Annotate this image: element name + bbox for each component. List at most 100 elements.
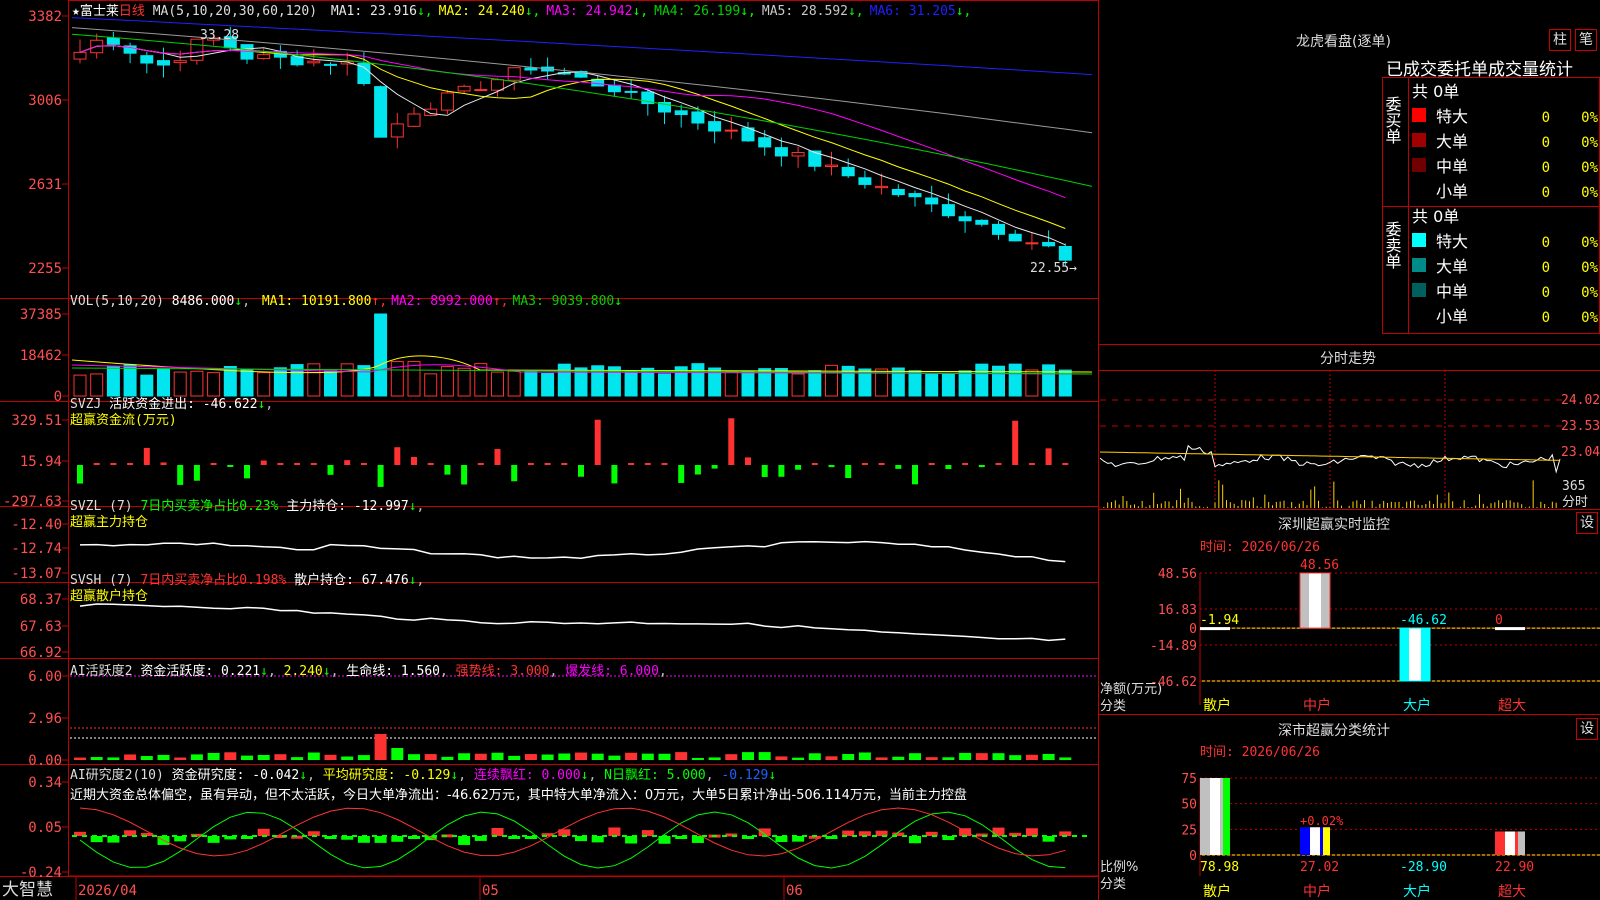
stats2-y-tick: 0 bbox=[1189, 849, 1197, 864]
stock-chart-canvas[interactable]: 3382 3006 2631 2255 33.28 22.55→ 37385 18462 0 32… bbox=[0, 0, 1600, 900]
svzj-bar bbox=[227, 465, 234, 467]
svzl-label: 主力持仓: bbox=[286, 499, 347, 514]
volume-bar bbox=[624, 371, 638, 397]
svsh-y-tick: 67.63 bbox=[20, 619, 62, 635]
ai-active-bar bbox=[408, 754, 420, 760]
stats-title: 已成交委托单成交量统计 bbox=[1386, 60, 1573, 80]
ai-active-bar bbox=[942, 757, 955, 760]
stats2-settings-button[interactable]: 设 bbox=[1576, 718, 1598, 740]
candle-body bbox=[524, 67, 538, 71]
ai-active-bar bbox=[124, 754, 137, 760]
ai-research-nday: N日飘红: 5.000 bbox=[604, 768, 706, 783]
svzl-y-tick: -13.07 bbox=[11, 566, 62, 582]
volume-bar bbox=[1008, 363, 1022, 397]
vol-legend-item: MA1: 10191.800 bbox=[261, 294, 372, 309]
svzj-legend: SVZJ 活跃资金进出: -46.622↓, 超赢资金流(万元) bbox=[70, 397, 274, 428]
ai-active-label: 资金活跃度: bbox=[140, 664, 214, 679]
svzj-bar bbox=[461, 465, 468, 485]
vol-y-tick: 0 bbox=[54, 389, 62, 405]
volume-bar bbox=[691, 363, 705, 397]
sell-row-pct: 0% bbox=[1581, 285, 1598, 301]
sell-row-qty: 0 bbox=[1542, 235, 1550, 251]
lhkp-title: 龙虎看盘(逐单) bbox=[1296, 34, 1391, 50]
vol-legend-item: MA2: 8992.000 bbox=[391, 294, 493, 309]
bar-mode-button[interactable]: 柱 bbox=[1549, 29, 1571, 51]
ai-research-consec: 连续飘红: 0.000 bbox=[473, 768, 581, 783]
candle-body bbox=[891, 188, 905, 196]
stats2-bar-highlight bbox=[1505, 831, 1515, 855]
candle-body bbox=[1025, 242, 1039, 245]
monitor-y-tick: -14.89 bbox=[1150, 639, 1197, 654]
volume-bar bbox=[73, 374, 87, 397]
stats2-bar-edge bbox=[1518, 831, 1525, 855]
svzj-bar bbox=[628, 463, 635, 465]
ai-active-header: AI活跃度2 bbox=[70, 664, 133, 679]
volume-bar bbox=[140, 374, 154, 397]
stock-name[interactable]: 富士莱 bbox=[80, 4, 119, 19]
arrow-down-icon: ↓ bbox=[257, 397, 266, 412]
vol-ma1-line bbox=[71, 355, 1093, 374]
svzl-main-line bbox=[79, 540, 1066, 563]
ai-active-bar bbox=[725, 754, 738, 760]
buy-row-pct: 0% bbox=[1581, 160, 1598, 176]
ai-active-bar bbox=[1059, 757, 1072, 760]
svzj-bar bbox=[561, 463, 568, 465]
ma-header: MA(5,10,20,30,60,120) bbox=[152, 4, 318, 19]
arrow-up-icon: ↑, bbox=[371, 294, 388, 309]
vol-header: VOL(5,10,20) bbox=[70, 294, 164, 309]
ai-active-bar bbox=[491, 752, 504, 760]
ai-active-bar bbox=[441, 756, 454, 760]
stats2-category: 大户 bbox=[1403, 883, 1431, 900]
svzj-bar bbox=[411, 456, 417, 465]
sell-total: 共 0单 bbox=[1412, 207, 1459, 226]
period-label[interactable]: 日线 bbox=[119, 4, 145, 19]
monitor-title: 深圳超赢实时监控 bbox=[1278, 517, 1390, 533]
ai-research-bar bbox=[992, 827, 1005, 836]
svsh-subtitle: 超赢散户持仓 bbox=[70, 589, 149, 604]
candle-body bbox=[407, 113, 421, 127]
svzj-bar bbox=[544, 463, 551, 465]
monitor-settings-button[interactable]: 设 bbox=[1576, 512, 1598, 534]
stats2-value-label: 27.02 bbox=[1300, 860, 1339, 875]
moving-average-lines bbox=[71, 17, 1093, 246]
sell-row-swatch bbox=[1412, 283, 1426, 297]
vol-legend-item: MA3: 9039.800 bbox=[512, 294, 615, 309]
candle-body bbox=[257, 54, 271, 60]
svzl-legend: SVZL (7) 7日内买卖净占比0.23% 主力持仓: -12.997↓, 超… bbox=[70, 499, 425, 530]
volume-bar bbox=[324, 370, 337, 397]
buy-row-qty: 0 bbox=[1542, 160, 1550, 176]
volume-bar bbox=[374, 313, 388, 397]
svsh-legend: SVSH (7) 7日内买卖净占比0.198% 散户持仓: 67.476↓, 超… bbox=[70, 573, 425, 604]
vol-legend: VOL(5,10,20) 8486.000↓, MA1: 10191.800↑,… bbox=[70, 294, 623, 309]
volume-bar bbox=[1042, 364, 1056, 397]
svzl-ratio: 7日内买卖净占比0.23% bbox=[140, 499, 279, 514]
buy-row-swatch bbox=[1412, 133, 1426, 147]
ai-active-bar bbox=[959, 752, 972, 760]
volume-bar bbox=[524, 371, 538, 397]
candle-body bbox=[941, 204, 955, 217]
volume-bar bbox=[992, 365, 1005, 397]
x-axis-label: 06 bbox=[786, 883, 803, 899]
svzj-bar bbox=[527, 463, 534, 465]
svsh-ratio: 7日内买卖净占比0.198% bbox=[140, 573, 287, 588]
svzj-bar bbox=[928, 463, 935, 465]
buy-row-pct: 0% bbox=[1581, 185, 1598, 201]
ai-research-y-tick: 0.34 bbox=[28, 775, 62, 791]
ai-active-bar bbox=[708, 757, 721, 760]
ai-active-bars bbox=[70, 675, 1096, 760]
ai-research-avg: 平均研究度: -0.129 bbox=[322, 768, 451, 783]
ai-active-bar bbox=[892, 756, 905, 760]
ma4-line bbox=[71, 33, 1093, 187]
svzj-subtitle: 超赢资金流(万元) bbox=[70, 413, 177, 428]
volume-bars bbox=[71, 313, 1093, 397]
stats2-category: 散户 bbox=[1203, 883, 1231, 900]
ai-research-bar bbox=[1025, 828, 1038, 836]
ai-active-bar bbox=[107, 757, 120, 760]
monitor-y-tick: 0 bbox=[1189, 622, 1197, 637]
main-legend: ★富士莱日线 MA(5,10,20,30,60,120) MA1: 23.916… bbox=[72, 0, 971, 19]
candlestick-series bbox=[73, 26, 1072, 266]
sell-row-swatch bbox=[1412, 233, 1426, 247]
svzj-bar bbox=[828, 465, 835, 468]
ai-active-bar bbox=[1009, 755, 1022, 760]
tick-mode-button[interactable]: 笔 bbox=[1575, 29, 1597, 51]
